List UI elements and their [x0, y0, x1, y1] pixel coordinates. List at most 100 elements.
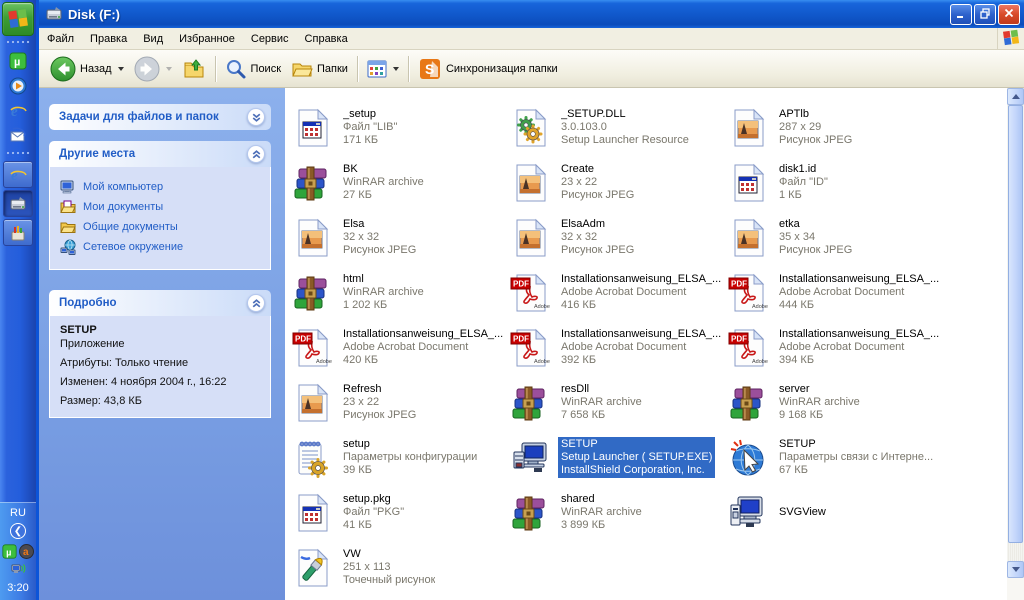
quick-launch-media-player-icon[interactable]: [6, 74, 30, 98]
panel-title: Другие места: [59, 148, 135, 160]
place-link-мои-документы[interactable]: Мои документы: [60, 199, 262, 215]
file-item[interactable]: BKWinRAR archive27 КБ: [291, 155, 509, 210]
utorrent-icon[interactable]: µ: [2, 543, 18, 559]
quick-launch-utorrent-icon[interactable]: µ: [6, 49, 30, 73]
svg-text:a: a: [23, 547, 29, 558]
arrow-down-icon: [1012, 567, 1020, 572]
quick-launch-internet-explorer-icon[interactable]: e: [6, 99, 30, 123]
file-item[interactable]: sharedWinRAR archive3 899 КБ: [509, 485, 727, 540]
start-button[interactable]: [2, 2, 34, 36]
network-status-icon[interactable]: [10, 560, 26, 576]
file-item-text: Installationsanweisung_ELSA_...Adobe Acr…: [776, 272, 942, 313]
chevron-double-down-icon[interactable]: [247, 108, 265, 126]
file-item[interactable]: AdobePDFInstallationsanweisung_ELSA_...A…: [509, 265, 727, 320]
pdf-icon: AdobePDF: [509, 270, 551, 316]
chevron-down-icon[interactable]: [393, 67, 399, 71]
menu-help[interactable]: Справка: [297, 30, 356, 48]
file-item[interactable]: resDllWinRAR archive7 658 КБ: [509, 375, 727, 430]
up-folder-icon: [182, 57, 206, 81]
file-detail: 1 КБ: [779, 189, 828, 202]
file-item[interactable]: SETUPПараметры связи с Интерне...67 КБ: [727, 430, 945, 485]
minimize-button[interactable]: [950, 4, 972, 25]
file-detail: Рисунок JPEG: [779, 244, 852, 257]
file-detail: Adobe Acrobat Document: [561, 286, 721, 299]
file-item-text: BKWinRAR archive27 КБ: [340, 162, 427, 203]
file-detail: 67 КБ: [779, 464, 933, 477]
file-item[interactable]: AdobePDFInstallationsanweisung_ELSA_...A…: [291, 320, 509, 375]
file-list: _setupФайл "LIB"171 КБ BKWinRAR archive27…: [285, 88, 1007, 600]
file-item[interactable]: Create23 x 22Рисунок JPEG: [509, 155, 727, 210]
language-indicator[interactable]: RU: [10, 507, 26, 519]
tray-collapse-button[interactable]: ❮: [10, 523, 26, 539]
place-link-мой-компьютер[interactable]: Мой компьютер: [60, 179, 262, 195]
scrollbar-track[interactable]: [1007, 105, 1024, 561]
menu-file[interactable]: Файл: [39, 30, 82, 48]
place-link-общие-документы[interactable]: Общие документы: [60, 219, 262, 235]
file-item[interactable]: AdobePDFInstallationsanweisung_ELSA_...A…: [727, 265, 945, 320]
file-item[interactable]: serverWinRAR archive9 168 КБ: [727, 375, 945, 430]
taskbar-grip[interactable]: [6, 151, 30, 157]
file-detail: 27 КБ: [343, 189, 424, 202]
chevron-double-up-icon[interactable]: [247, 145, 265, 163]
file-item[interactable]: _setupФайл "LIB"171 КБ: [291, 100, 509, 155]
file-detail: 416 КБ: [561, 299, 721, 312]
up-button[interactable]: [177, 53, 211, 85]
panel-details: Подробно SETUP Приложение Атрибуты: Толь…: [49, 290, 271, 418]
file-item[interactable]: VW251 x 113Точечный рисунок: [291, 540, 509, 595]
forward-button[interactable]: [129, 53, 177, 85]
file-item-text: serverWinRAR archive9 168 КБ: [776, 382, 863, 423]
menu-favorites[interactable]: Избранное: [171, 30, 243, 48]
avast-icon[interactable]: a: [19, 543, 35, 559]
chevron-down-icon[interactable]: [118, 67, 124, 71]
file-item[interactable]: AdobePDFInstallationsanweisung_ELSA_...A…: [509, 320, 727, 375]
system-tray: RU ❮ µa 3:20: [0, 502, 36, 600]
file-item[interactable]: SVGView: [727, 485, 945, 540]
folders-button[interactable]: Папки: [286, 53, 353, 85]
task-button-paint-app-icon[interactable]: [3, 219, 33, 246]
chevron-double-up-icon[interactable]: [247, 294, 265, 312]
menu-tools[interactable]: Сервис: [243, 30, 297, 48]
svg-text:Adobe: Adobe: [752, 359, 768, 365]
taskbar-grip[interactable]: [6, 40, 30, 46]
file-item[interactable]: etka35 x 34Рисунок JPEG: [727, 210, 945, 265]
task-button-disk-drive-icon[interactable]: [3, 190, 33, 217]
file-item[interactable]: setup.pkgФайл "PKG"41 КБ: [291, 485, 509, 540]
tray-icons: µa: [1, 543, 35, 576]
place-link-сетевое-окружение[interactable]: Сетевое окружение: [60, 239, 262, 255]
file-item[interactable]: setupПараметры конфигурации39 КБ: [291, 430, 509, 485]
menu-view[interactable]: Вид: [135, 30, 171, 48]
chevron-down-icon[interactable]: [166, 67, 172, 71]
toolbar-separator: [357, 56, 358, 82]
panel-details-header[interactable]: Подробно: [49, 290, 271, 316]
file-detail: Adobe Acrobat Document: [779, 341, 939, 354]
file-item[interactable]: Elsa32 x 32Рисунок JPEG: [291, 210, 509, 265]
panel-other-places-header[interactable]: Другие места: [49, 141, 271, 167]
file-name: setup: [343, 438, 477, 451]
back-button[interactable]: Назад: [45, 53, 129, 85]
file-name: html: [343, 273, 424, 286]
views-button[interactable]: [362, 53, 404, 85]
file-item[interactable]: SETUPSetup Launcher ( SETUP.EXE)InstallS…: [509, 430, 727, 485]
quick-launch-outlook-express-icon[interactable]: [6, 124, 30, 148]
svg-text:Adobe: Adobe: [752, 304, 768, 310]
panel-file-tasks-header[interactable]: Задачи для файлов и папок: [49, 104, 271, 130]
sync-button[interactable]: SСинхронизация папки: [413, 53, 563, 85]
file-item[interactable]: APTlb287 x 29Рисунок JPEG: [727, 100, 945, 155]
scroll-up-button[interactable]: [1007, 88, 1024, 105]
file-item[interactable]: disk1.idФайл "ID"1 КБ: [727, 155, 945, 210]
search-button[interactable]: Поиск: [220, 53, 286, 85]
file-item[interactable]: Refresh23 x 22Рисунок JPEG: [291, 375, 509, 430]
file-item[interactable]: htmlWinRAR archive1 202 КБ: [291, 265, 509, 320]
task-button-internet-explorer-icon[interactable]: e: [3, 161, 33, 188]
winrar-icon: [727, 380, 769, 426]
menu-edit[interactable]: Правка: [82, 30, 135, 48]
file-item-text: VW251 x 113Точечный рисунок: [340, 547, 438, 588]
restore-button[interactable]: [974, 4, 996, 25]
file-name: Installationsanweisung_ELSA_...: [561, 328, 721, 341]
close-button[interactable]: [998, 4, 1020, 25]
scrollbar-thumb[interactable]: [1008, 105, 1023, 543]
scroll-down-button[interactable]: [1007, 561, 1024, 578]
file-item[interactable]: ElsaAdm32 x 32Рисунок JPEG: [509, 210, 727, 265]
file-item[interactable]: _SETUP.DLL3.0.103.0Setup Launcher Resour…: [509, 100, 727, 155]
file-item[interactable]: AdobePDFInstallationsanweisung_ELSA_...A…: [727, 320, 945, 375]
